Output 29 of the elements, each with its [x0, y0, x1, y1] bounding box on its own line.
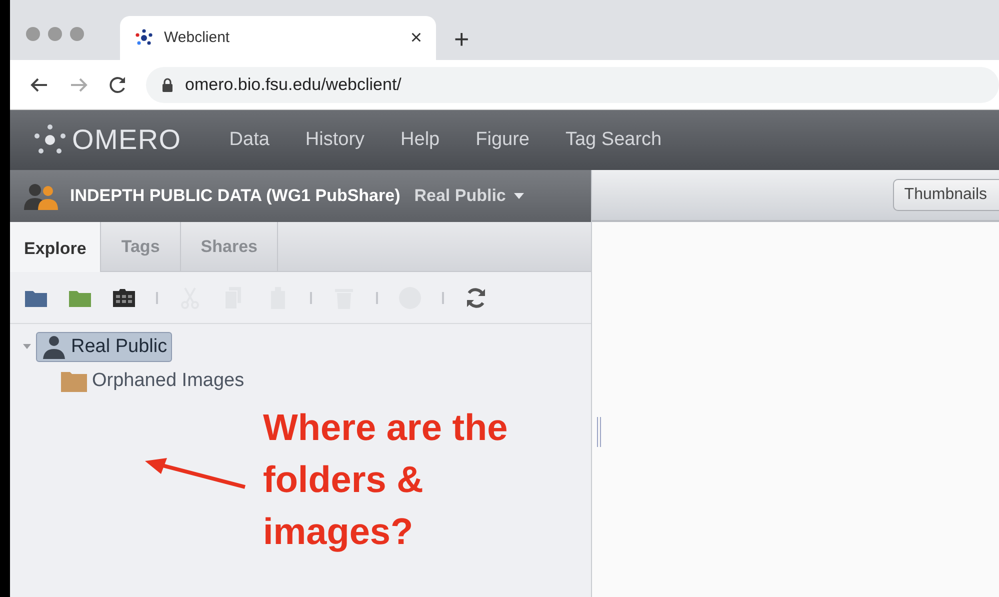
tree-item[interactable]: Real Public — [36, 332, 172, 362]
tab-title: Webclient — [164, 28, 231, 48]
address-bar[interactable]: omero.bio.fsu.edu/webclient/ — [146, 66, 999, 102]
nav-link[interactable]: Figure — [476, 126, 530, 154]
new-tab-button[interactable]: + — [454, 26, 470, 52]
url-text: omero.bio.fsu.edu/webclient/ — [185, 74, 402, 96]
annotation-text: Where are the folders & images? — [263, 406, 509, 554]
browser-tab[interactable]: Webclient × — [120, 16, 436, 60]
user-icon — [41, 335, 67, 359]
nav-link[interactable]: History — [305, 126, 365, 154]
caret-icon[interactable] — [514, 193, 524, 199]
omero-logo-icon — [134, 28, 154, 48]
nav-link[interactable]: Tag Search — [565, 126, 662, 154]
splitter-handle[interactable] — [597, 417, 601, 447]
lock-icon — [162, 78, 173, 92]
users-icon — [24, 182, 60, 210]
app-logo-text: OMERO — [72, 123, 182, 157]
panel-tab[interactable]: Explore — [10, 222, 102, 272]
nav-link[interactable]: Data — [229, 126, 270, 154]
reload-icon[interactable] — [108, 74, 128, 94]
expand-toggle-icon[interactable] — [22, 344, 32, 350]
tree-item[interactable]: Orphaned Images — [56, 366, 248, 396]
thumbnails-button[interactable]: Thumbnails — [893, 179, 999, 211]
nav-link[interactable]: Help — [400, 126, 440, 154]
refresh-icon[interactable] — [464, 286, 488, 310]
group-name: INDEPTH PUBLIC DATA (WG1 PubShare) — [70, 185, 400, 208]
folder-icon — [60, 370, 88, 392]
user-dropdown[interactable]: Real Public — [414, 183, 524, 209]
tab-close-button[interactable]: × — [410, 28, 422, 48]
